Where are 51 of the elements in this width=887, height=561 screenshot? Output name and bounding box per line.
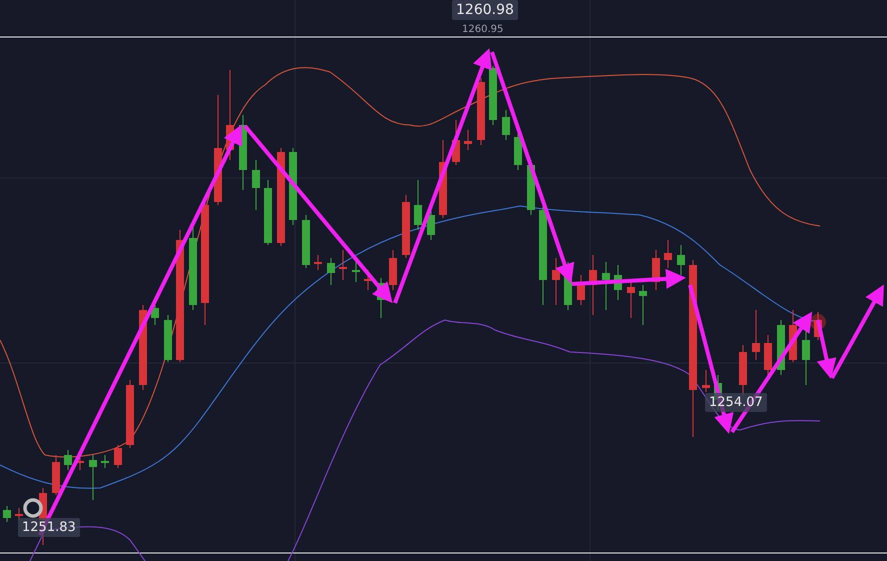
candle xyxy=(614,264,622,300)
price-note: 1260.95 xyxy=(462,24,504,35)
candle xyxy=(402,194,410,258)
candle xyxy=(302,214,310,268)
candle xyxy=(664,240,672,268)
candle xyxy=(789,310,797,362)
candle xyxy=(3,506,11,522)
candle xyxy=(764,334,772,376)
candle xyxy=(52,454,60,496)
candle xyxy=(114,444,122,468)
candle xyxy=(126,380,134,448)
candle xyxy=(339,250,347,280)
candle xyxy=(489,66,497,126)
candle xyxy=(352,260,360,282)
candle xyxy=(314,254,322,270)
candle xyxy=(739,344,747,396)
candle xyxy=(389,250,397,290)
candle xyxy=(252,160,260,210)
candle xyxy=(427,210,435,240)
candle xyxy=(452,120,460,166)
candle xyxy=(564,262,572,310)
candle xyxy=(677,244,685,276)
candle xyxy=(264,180,272,246)
candle xyxy=(602,262,610,310)
price-tag: 1251.83 xyxy=(18,518,80,537)
location-pin-icon xyxy=(22,497,44,519)
candle xyxy=(702,370,710,392)
candle xyxy=(364,270,372,290)
candle xyxy=(502,110,510,140)
candle xyxy=(15,508,23,520)
candle xyxy=(414,180,422,230)
candle xyxy=(76,454,84,470)
candle xyxy=(589,254,597,316)
candle xyxy=(164,314,172,362)
candle xyxy=(101,454,109,468)
price-tag: 1254.07 xyxy=(705,393,767,412)
candle xyxy=(814,312,822,340)
candle xyxy=(552,258,560,306)
candle xyxy=(477,78,485,146)
candle xyxy=(652,250,660,290)
candle xyxy=(577,274,585,306)
candle xyxy=(802,330,810,386)
candle xyxy=(64,450,72,470)
candle xyxy=(89,454,97,500)
candle xyxy=(327,258,335,286)
candle xyxy=(464,130,472,150)
candle xyxy=(752,310,760,360)
candle xyxy=(151,304,159,326)
candle xyxy=(639,284,647,326)
price-tag: 1260.98 xyxy=(452,0,518,20)
glow-dot-icon xyxy=(810,314,826,330)
